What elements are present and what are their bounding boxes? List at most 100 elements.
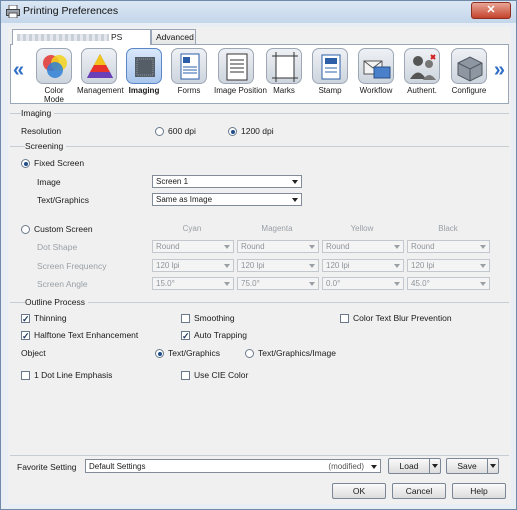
imaging-section-title: Imaging xyxy=(21,108,55,118)
object-text-graphics-label: Text/Graphics xyxy=(168,348,220,358)
screen-angle-label: Screen Angle xyxy=(37,279,88,289)
ribbon-label-management: Management xyxy=(77,86,124,95)
cancel-button[interactable]: Cancel xyxy=(392,483,446,499)
dot-shape-cyan-select[interactable]: Round xyxy=(152,240,234,253)
imaging-icon xyxy=(126,48,162,84)
ribbon-item-workflow[interactable]: Workflow xyxy=(354,48,398,95)
ribbon-item-management[interactable]: Management xyxy=(77,48,124,95)
screening-group-line xyxy=(10,146,509,147)
dot-shape-yellow-select[interactable]: Round xyxy=(322,240,404,253)
object-text-graphics-image-radio[interactable] xyxy=(245,349,254,358)
smoothing-checkbox[interactable] xyxy=(181,314,190,323)
smoothing-label: Smoothing xyxy=(194,313,235,323)
ribbon-label-authentication: Authent. xyxy=(407,86,437,95)
dot-shape-cyan-value: Round xyxy=(156,242,180,251)
chevron-down-icon xyxy=(394,282,400,286)
dot-shape-yellow-value: Round xyxy=(326,242,350,251)
outline-section-title: Outline Process xyxy=(25,297,88,307)
favorite-setting-select[interactable]: Default Settings (modified) xyxy=(85,459,381,473)
frequency-black-select[interactable]: 120 lpi xyxy=(407,259,490,272)
ribbon-item-marks[interactable]: Marks xyxy=(262,48,306,95)
use-cie-color-checkbox[interactable] xyxy=(181,371,190,380)
ok-button[interactable]: OK xyxy=(332,483,386,499)
fixed-screen-radio[interactable] xyxy=(21,159,30,168)
object-text-graphics-radio[interactable] xyxy=(155,349,164,358)
authentication-icon xyxy=(404,48,440,84)
chevron-down-icon xyxy=(394,264,400,268)
text-graphics-label: Text/Graphics xyxy=(37,195,89,205)
save-dropdown-arrow[interactable] xyxy=(487,459,498,473)
auto-trapping-checkbox[interactable]: ✓ xyxy=(181,331,190,341)
chevron-down-icon xyxy=(224,282,230,286)
angle-magenta-select[interactable]: 75.0° xyxy=(237,277,319,290)
tab-ps[interactable]: PS xyxy=(12,29,151,45)
color-blur-checkbox[interactable] xyxy=(340,314,349,323)
ribbon-item-stamp[interactable]: Stamp xyxy=(308,48,352,95)
angle-yellow-select[interactable]: 0.0° xyxy=(322,277,404,290)
load-dropdown-arrow[interactable] xyxy=(429,459,440,473)
load-button[interactable]: Load xyxy=(388,458,441,474)
management-icon xyxy=(81,48,117,84)
chevron-down-icon xyxy=(309,282,315,286)
save-button[interactable]: Save xyxy=(446,458,499,474)
ribbon-label-stamp: Stamp xyxy=(318,86,342,95)
ribbon-item-configure[interactable]: Configure xyxy=(447,48,491,95)
ribbon-item-image-position[interactable]: Image Position xyxy=(214,48,267,95)
dot-shape-black-value: Round xyxy=(411,242,435,251)
image-screen-select[interactable]: Screen 1 xyxy=(152,175,302,188)
angle-yellow-value: 0.0° xyxy=(326,279,341,288)
ribbon-next-arrow[interactable]: » xyxy=(494,59,505,82)
ribbon-label-workflow: Workflow xyxy=(359,86,393,95)
help-button[interactable]: Help xyxy=(452,483,506,499)
stamp-icon xyxy=(312,48,348,84)
custom-screen-radio[interactable] xyxy=(21,225,30,234)
image-position-icon xyxy=(218,48,254,84)
chevron-down-icon xyxy=(292,180,298,184)
dot-line-emphasis-checkbox[interactable] xyxy=(21,371,30,380)
tab-advanced-label: Advanced xyxy=(156,32,194,42)
dialog-client-area: PS Advanced « Color Mode Management Imag… xyxy=(8,27,511,504)
resolution-1200-radio[interactable] xyxy=(228,127,237,136)
ribbon-prev-arrow[interactable]: « xyxy=(13,59,24,82)
use-cie-color-label: Use CIE Color xyxy=(194,370,249,380)
close-button[interactable]: ✕ xyxy=(471,2,511,19)
angle-black-select[interactable]: 45.0° xyxy=(407,277,490,290)
tab-advanced[interactable]: Advanced xyxy=(151,29,196,44)
dot-shape-black-select[interactable]: Round xyxy=(407,240,490,253)
color-blur-label: Color Text Blur Prevention xyxy=(353,313,452,323)
thinning-label: Thinning xyxy=(34,313,67,323)
frequency-magenta-value: 120 lpi xyxy=(241,261,265,270)
frequency-magenta-select[interactable]: 120 lpi xyxy=(237,259,319,272)
printer-app-icon xyxy=(6,5,20,18)
column-header-magenta: Magenta xyxy=(261,224,293,233)
angle-cyan-select[interactable]: 15.0° xyxy=(152,277,234,290)
ribbon-item-color-mode[interactable]: Color Mode xyxy=(32,48,76,104)
ribbon-label-image-position: Image Position xyxy=(214,86,267,95)
ribbon-item-forms[interactable]: Forms xyxy=(167,48,211,95)
chevron-down-icon xyxy=(309,245,315,249)
ribbon-label-configure: Configure xyxy=(451,86,487,95)
ribbon-item-authentication[interactable]: Authent. xyxy=(400,48,444,95)
title-bar[interactable]: Printing Preferences ✕ xyxy=(1,1,516,23)
forms-icon xyxy=(171,48,207,84)
frequency-cyan-select[interactable]: 120 lpi xyxy=(152,259,234,272)
frequency-yellow-select[interactable]: 120 lpi xyxy=(322,259,404,272)
resolution-600-radio[interactable] xyxy=(155,127,164,136)
load-button-label: Load xyxy=(399,461,419,471)
dot-shape-magenta-value: Round xyxy=(241,242,265,251)
imaging-group-line xyxy=(10,113,509,114)
ribbon-item-imaging[interactable]: Imaging xyxy=(122,48,166,95)
frequency-black-value: 120 lpi xyxy=(411,261,435,270)
resolution-label: Resolution xyxy=(21,126,62,136)
thinning-checkbox[interactable]: ✓ xyxy=(21,314,30,324)
configure-icon xyxy=(451,48,487,84)
chevron-down-icon xyxy=(371,465,377,469)
custom-screen-label: Custom Screen xyxy=(34,224,93,234)
dot-line-emphasis-label: 1 Dot Line Emphasis xyxy=(34,370,113,380)
text-graphics-screen-select[interactable]: Same as Image xyxy=(152,193,302,206)
dot-shape-magenta-select[interactable]: Round xyxy=(237,240,319,253)
fixed-screen-label: Fixed Screen xyxy=(34,158,85,168)
halftone-checkbox[interactable]: ✓ xyxy=(21,331,30,341)
image-label: Image xyxy=(37,177,61,187)
ribbon-label-color-mode: Color Mode xyxy=(43,86,64,104)
